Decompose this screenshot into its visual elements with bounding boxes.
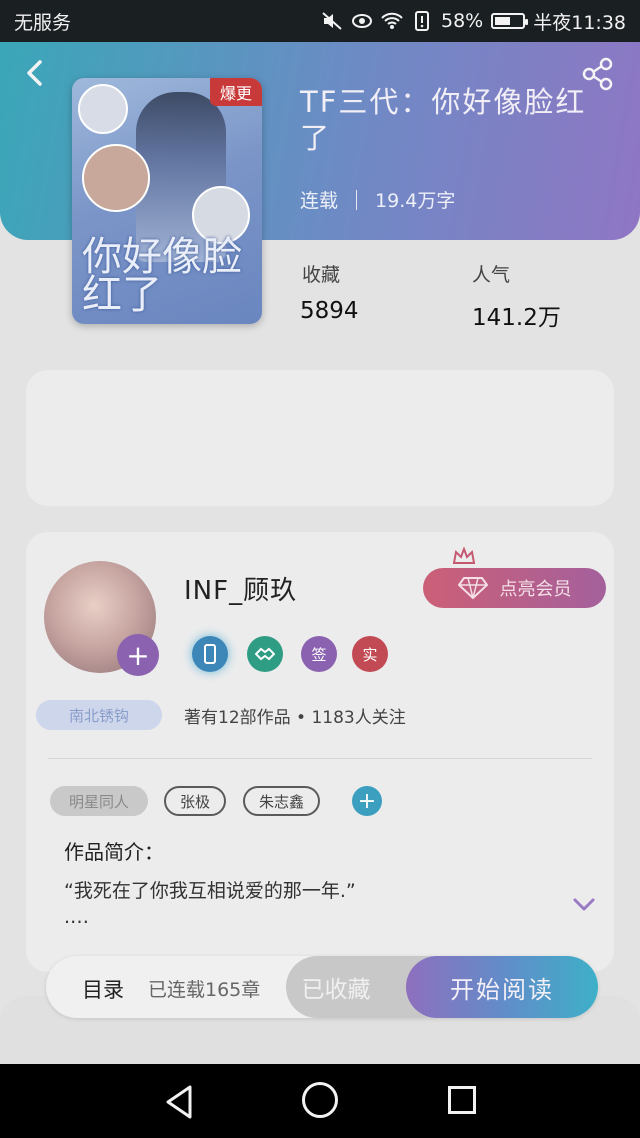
update-badge: 爆更 bbox=[210, 78, 262, 106]
chevron-left-icon[interactable] bbox=[20, 58, 50, 88]
chapter-count[interactable]: 已连载165章 bbox=[148, 975, 260, 1002]
cover-portrait bbox=[82, 144, 150, 212]
cover-title: 你好像脸红了 bbox=[82, 234, 242, 318]
book-meta: 连载 19.4万字 bbox=[300, 186, 455, 213]
status-bar: 无服务 58% 半夜11:38 bbox=[0, 0, 640, 42]
book-cover[interactable]: 你好像脸红了 bbox=[72, 78, 262, 324]
battery-fill bbox=[495, 17, 511, 25]
nav-recents-icon[interactable] bbox=[448, 1086, 476, 1114]
start-reading-label: 开始阅读 bbox=[450, 975, 554, 1004]
collect-label: 收藏 bbox=[302, 264, 341, 286]
book-status: 连载 bbox=[300, 190, 339, 212]
intro-title: 作品简介： bbox=[64, 840, 164, 864]
genre-tag[interactable]: 明星同人 bbox=[50, 786, 148, 816]
book-title: TF三代：你好像脸红了 bbox=[300, 85, 587, 155]
medal-badge[interactable]: 实 bbox=[352, 636, 388, 672]
cover-portrait bbox=[78, 84, 128, 134]
author-name[interactable]: INF_顾玖 bbox=[184, 570, 297, 607]
handshake-icon bbox=[255, 647, 275, 661]
mute-icon bbox=[322, 12, 342, 30]
start-reading-button[interactable]: 开始阅读 bbox=[406, 956, 598, 1018]
carrier-text: 无服务 bbox=[14, 11, 72, 34]
alert-icon bbox=[415, 11, 429, 31]
eye-comfort-icon bbox=[352, 14, 372, 28]
author-stats: 著有12部作品 • 1183人关注 bbox=[184, 708, 406, 728]
nav-home-icon[interactable] bbox=[302, 1082, 338, 1118]
medal-badge[interactable] bbox=[247, 636, 283, 672]
vip-button-label: 点亮会员 bbox=[499, 579, 572, 600]
toc-button[interactable]: 目录 bbox=[82, 974, 124, 1004]
add-tag-icon[interactable]: + bbox=[352, 786, 382, 816]
follow-plus-icon[interactable]: + bbox=[117, 634, 159, 676]
popularity-label: 人气 bbox=[472, 264, 511, 286]
wifi-icon bbox=[381, 12, 403, 29]
popularity-value: 141.2万 bbox=[472, 305, 561, 331]
battery-icon bbox=[491, 13, 529, 29]
section-divider bbox=[48, 758, 592, 759]
genre-tag[interactable]: 张极 bbox=[164, 786, 226, 816]
diamond-icon bbox=[457, 577, 488, 600]
phone-icon bbox=[204, 644, 216, 664]
medal-badge[interactable] bbox=[192, 636, 228, 672]
collected-label: 已收藏 bbox=[301, 977, 371, 1003]
intro-ellipsis: .… bbox=[64, 906, 90, 928]
word-count: 19.4万字 bbox=[375, 190, 456, 212]
chevron-down-icon[interactable] bbox=[572, 896, 596, 914]
battery-percent: 58% bbox=[441, 10, 484, 32]
clock: 半夜11:38 bbox=[533, 11, 626, 34]
vip-button[interactable]: 点亮会员 bbox=[423, 568, 606, 608]
medal-sign-label: 签 bbox=[311, 645, 327, 664]
nav-back-icon[interactable] bbox=[160, 1082, 200, 1122]
author-tag-pill: 南北锈钩 bbox=[36, 700, 162, 730]
crown-icon bbox=[452, 547, 476, 564]
meta-divider bbox=[356, 189, 358, 210]
medal-real-label: 实 bbox=[362, 645, 378, 664]
genre-tag[interactable]: 朱志鑫 bbox=[243, 786, 320, 816]
collect-value: 5894 bbox=[300, 298, 359, 324]
intro-quote: “我死在了你我互相说爱的那一年.” bbox=[64, 880, 356, 902]
placeholder-card bbox=[26, 370, 614, 506]
medal-badge[interactable]: 签 bbox=[301, 636, 337, 672]
status-icons: 58% 半夜11:38 bbox=[321, 8, 626, 35]
intro-text: “我死在了你我互相说爱的那一年.” .… bbox=[64, 878, 534, 930]
